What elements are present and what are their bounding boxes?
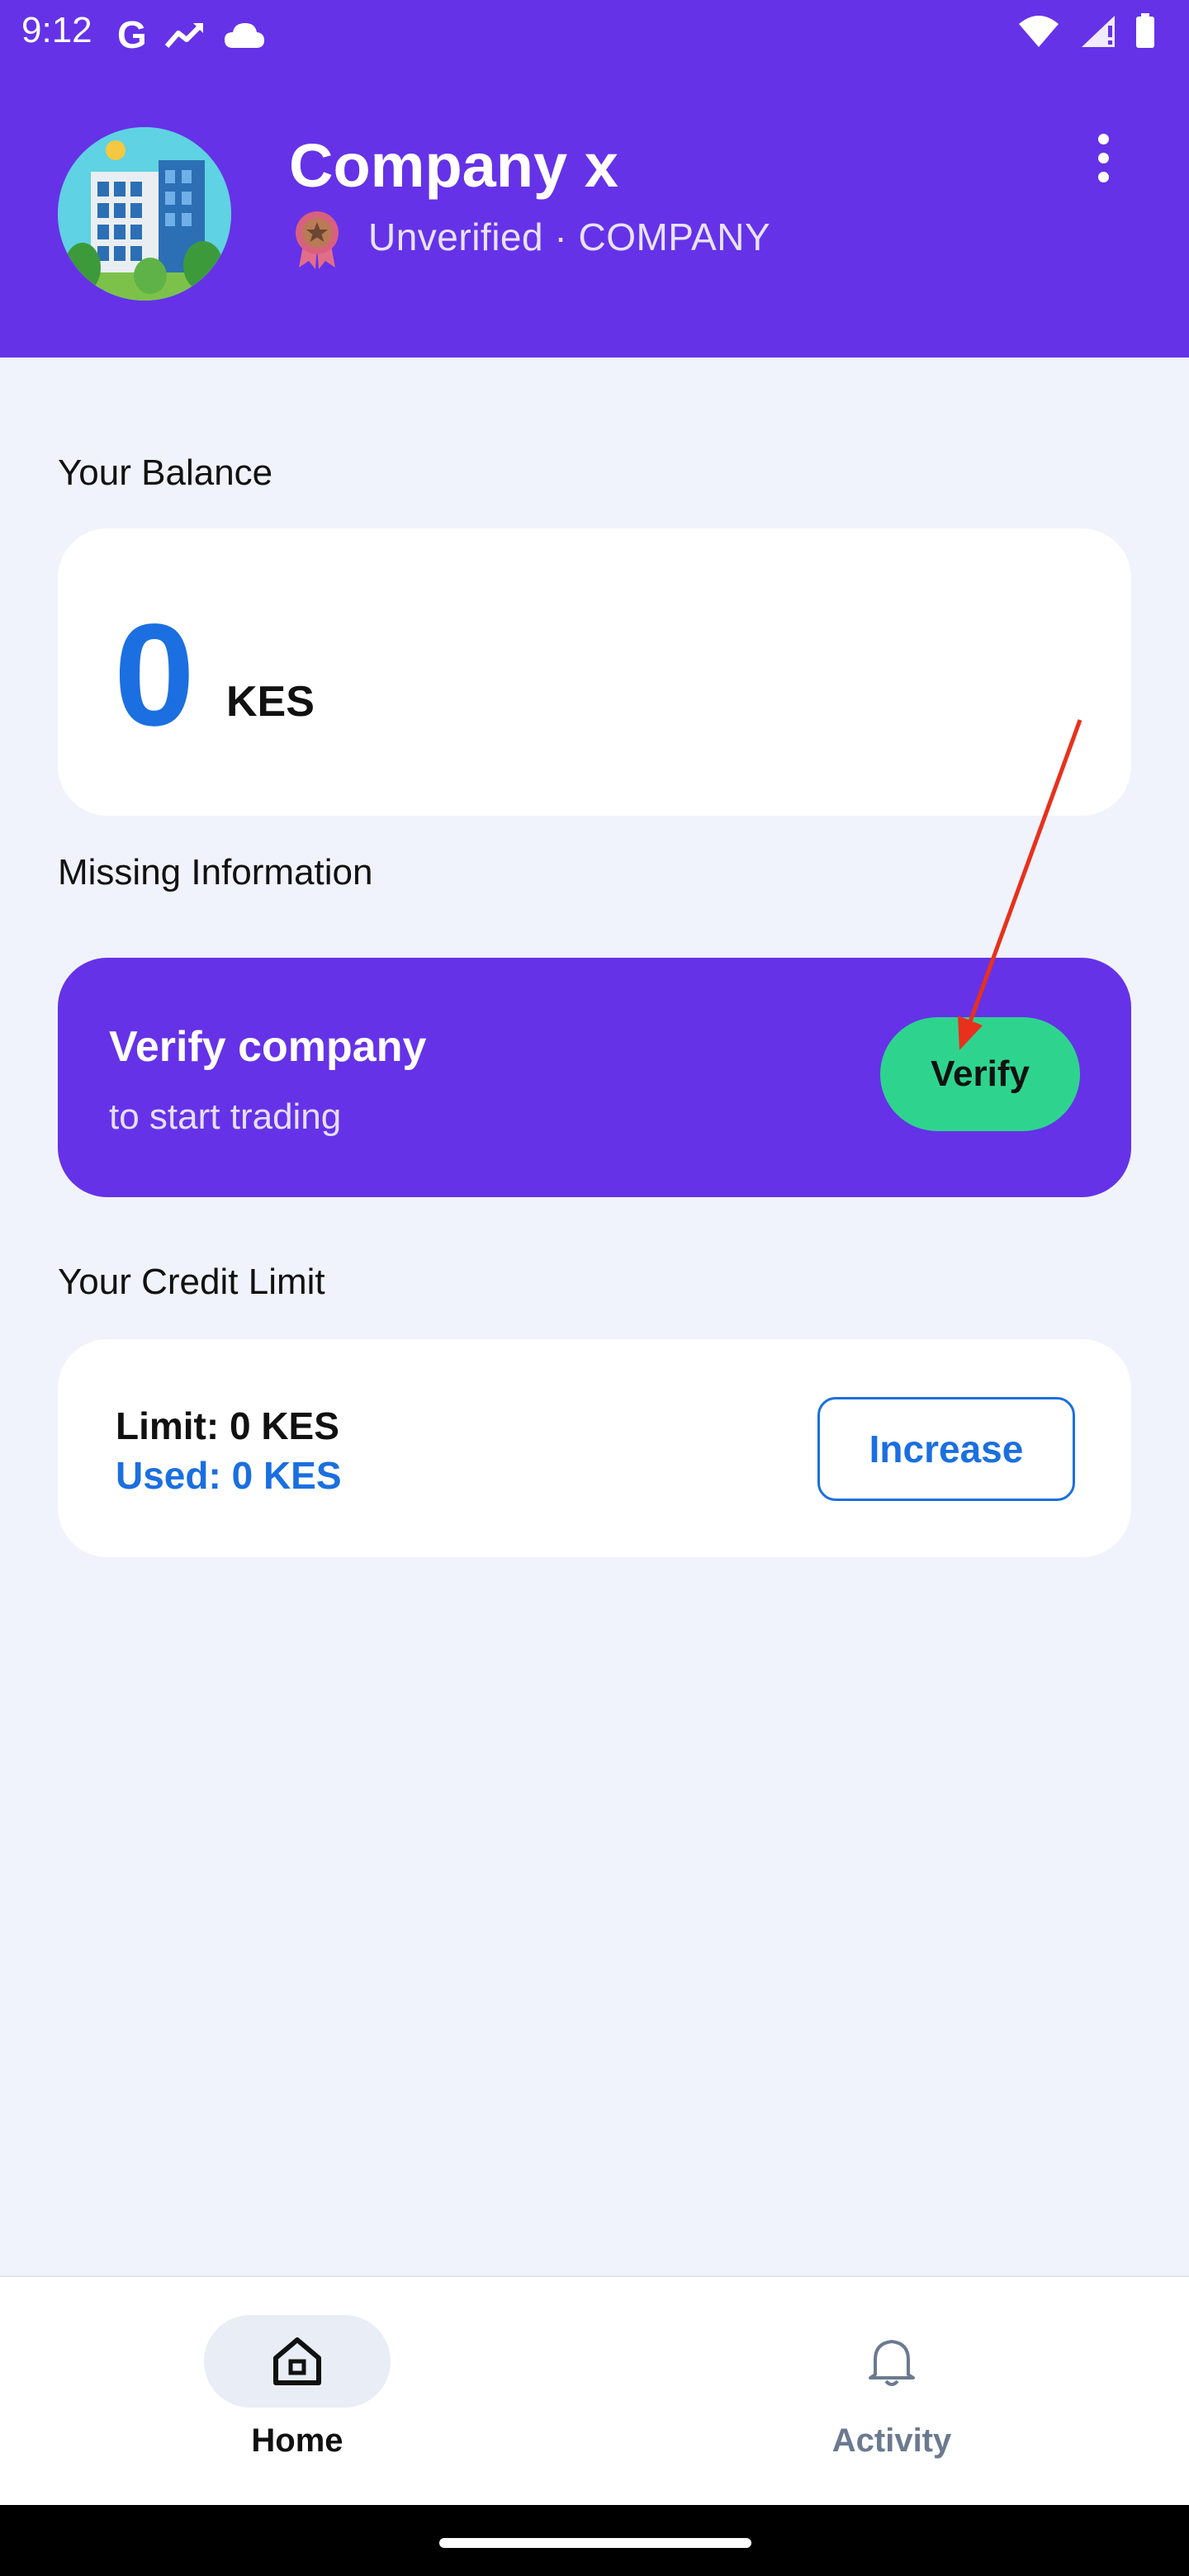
credit-used-value: Used: 0 KES	[116, 1454, 342, 1497]
cloud-icon	[224, 23, 264, 48]
nav-activity-label: Activity	[831, 2422, 952, 2459]
status-time: 9:12	[21, 10, 92, 50]
balance-section-label: Your Balance	[58, 452, 273, 493]
status-bar: 9:12 G	[0, 0, 1189, 73]
status-left-icons: G	[117, 13, 266, 56]
verify-button[interactable]: Verify	[880, 1017, 1080, 1131]
nav-home-label: Home	[251, 2422, 343, 2459]
verify-company-card: Verify company to start trading Verify	[58, 958, 1131, 1197]
system-gesture-bar	[0, 2505, 1189, 2576]
status-right-icons	[1017, 13, 1156, 50]
wifi-icon	[1019, 16, 1059, 47]
bottom-navigation: Home Activity	[0, 2275, 1189, 2505]
company-avatar[interactable]	[58, 127, 231, 301]
building-illustration	[58, 127, 231, 301]
google-g-icon: G	[117, 13, 147, 56]
battery-icon	[1136, 13, 1154, 48]
balance-card: 0 KES	[58, 528, 1131, 816]
credit-section-label: Your Credit Limit	[58, 1262, 325, 1302]
nav-home[interactable]: Home	[0, 2277, 594, 2507]
profile-header: 9:12 G Company x Unverified · COMPANY	[0, 0, 1189, 358]
nav-activity[interactable]: Activity	[594, 2277, 1189, 2507]
trending-icon	[164, 22, 203, 48]
home-icon	[273, 2337, 321, 2385]
ribbon-badge-icon	[296, 211, 339, 269]
balance-currency: KES	[226, 678, 315, 726]
verification-status: Unverified · COMPANY	[368, 215, 771, 258]
missing-info-section-label: Missing Information	[58, 852, 373, 893]
more-options-icon[interactable]	[1088, 134, 1118, 192]
credit-limit-value: Limit: 0 KES	[116, 1404, 339, 1447]
balance-amount: 0	[114, 594, 195, 756]
verify-card-subtitle: to start trading	[109, 1096, 342, 1137]
signal-icon	[1082, 16, 1115, 47]
increase-limit-button[interactable]: Increase	[817, 1397, 1075, 1501]
bell-icon	[869, 2340, 915, 2386]
verify-card-title: Verify company	[109, 1023, 427, 1071]
credit-limit-card: Limit: 0 KES Used: 0 KES Increase	[58, 1339, 1131, 1557]
gesture-handle[interactable]	[439, 2538, 751, 2548]
company-name: Company x	[289, 131, 618, 200]
